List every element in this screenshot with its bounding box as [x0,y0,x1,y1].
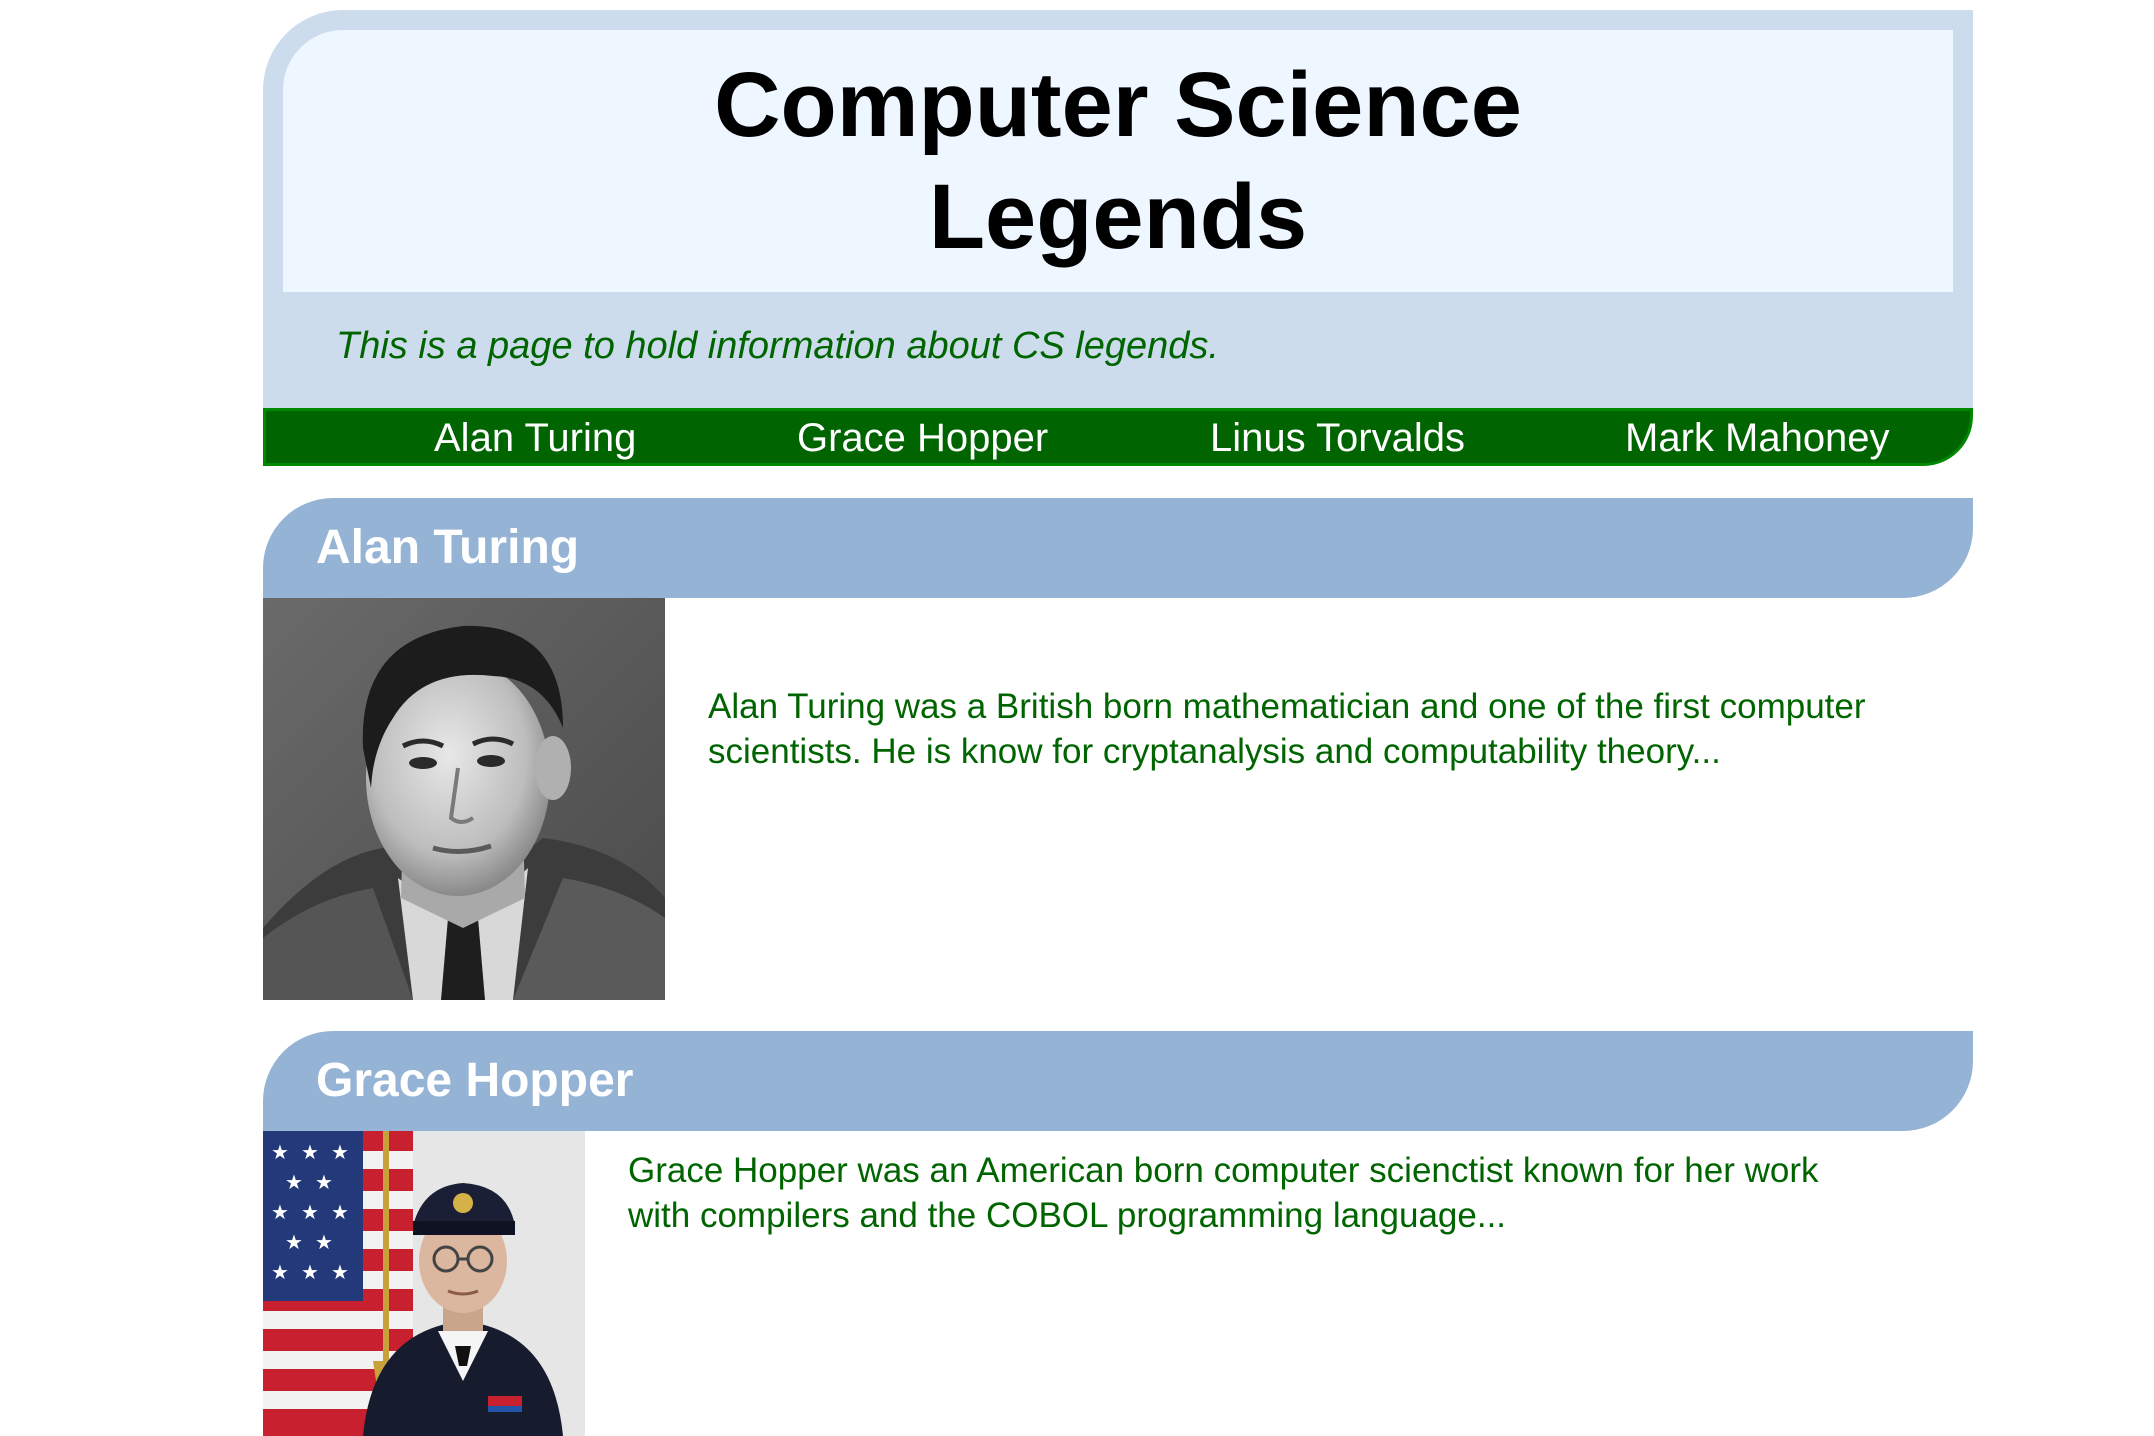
section-header: Alan Turing [263,498,1973,598]
page-container: Computer Science Legends This is a page … [263,10,1973,1436]
svg-text:★: ★ [301,1140,319,1164]
nav-link-grace-hopper[interactable]: Grace Hopper [797,414,1048,462]
svg-text:★: ★ [271,1140,289,1164]
svg-text:★: ★ [331,1140,349,1164]
page-title-line-2: Legends [928,166,1308,268]
main-nav: Alan Turing Grace Hopper Linus Torvalds … [263,408,1973,466]
svg-text:★: ★ [271,1200,289,1224]
svg-text:★: ★ [301,1260,319,1284]
section-alan-turing: Alan Turing Alan Turing was a British bo… [263,498,1973,1006]
grace-hopper-portrait: ★ ★ ★ ★ ★ ★ ★ ★ ★ ★ ★ ★ ★ [263,1131,585,1436]
page-tagline: This is a page to hold information about… [336,325,1219,367]
alan-turing-portrait [263,598,665,1000]
svg-text:★: ★ [315,1170,333,1194]
svg-text:★: ★ [315,1230,333,1254]
nav-link-alan-turing[interactable]: Alan Turing [434,414,636,462]
svg-text:★: ★ [271,1260,289,1284]
title-box: Computer Science Legends [283,30,1953,292]
nav-link-linus-torvalds[interactable]: Linus Torvalds [1210,414,1465,462]
svg-text:★: ★ [301,1200,319,1224]
section-grace-hopper: Grace Hopper ★ ★ ★ ★ ★ ★ ★ ★ ★ ★ ★ ★ ★ G… [263,1031,1973,1436]
svg-text:★: ★ [285,1230,303,1254]
section-title: Alan Turing [316,521,580,574]
nav-link-mark-mahoney[interactable]: Mark Mahoney [1625,414,1890,462]
svg-text:★: ★ [331,1260,349,1284]
grace-hopper-bio: Grace Hopper was an American born comput… [628,1151,1819,1235]
alan-turing-bio: Alan Turing was a British born mathemati… [708,687,1866,771]
section-title: Grace Hopper [316,1054,634,1107]
svg-text:★: ★ [285,1170,303,1194]
section-header: Grace Hopper [263,1031,1973,1131]
svg-text:★: ★ [331,1200,349,1224]
page-title-line-1: Computer Science [714,54,1522,156]
page-title: Computer Science Legends [714,49,1522,273]
page-header: Computer Science Legends This is a page … [263,10,1973,466]
